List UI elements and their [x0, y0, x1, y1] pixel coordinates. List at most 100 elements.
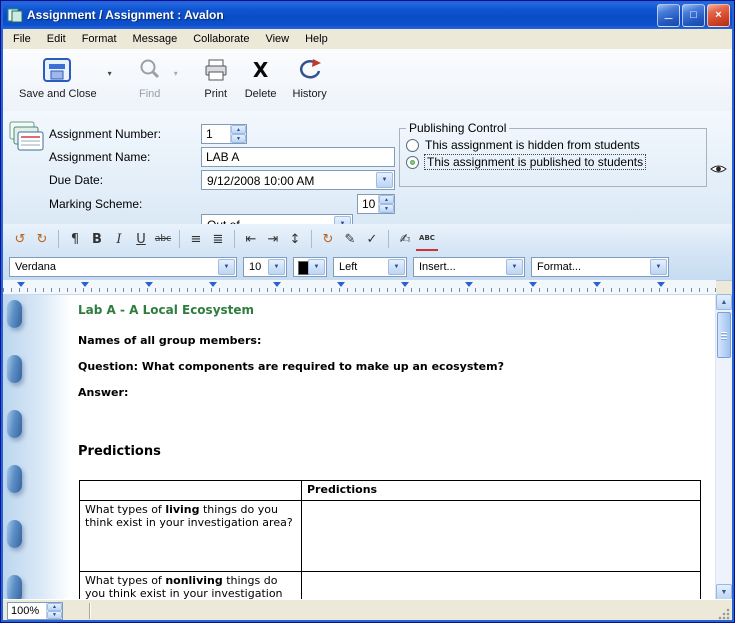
assignment-app-icon: [7, 7, 23, 23]
predictions-table: Predictions What types of living things …: [79, 480, 701, 600]
menu-edit[interactable]: Edit: [39, 30, 74, 48]
published-option-radio-row[interactable]: This assignment is published to students: [406, 155, 700, 169]
vertical-scrollbar[interactable]: ▲ ▼: [715, 294, 732, 600]
menu-file[interactable]: File: [5, 30, 39, 48]
scroll-down-icon[interactable]: ▼: [716, 584, 732, 600]
radio-selected-icon[interactable]: [406, 156, 419, 169]
document-editor[interactable]: Lab A - A Local Ecosystem Names of all g…: [3, 294, 732, 600]
marking-points-value: 10: [358, 195, 378, 213]
history-button[interactable]: History: [285, 49, 335, 102]
zoom-spin-buttons[interactable]: ▲▼: [46, 603, 62, 619]
answer-cell[interactable]: [302, 572, 701, 601]
strikethrough-icon[interactable]: abc: [152, 228, 174, 250]
ruler: [3, 280, 716, 295]
find-options-dropdown[interactable]: ▾: [171, 69, 181, 78]
assignment-number-spinner[interactable]: 1 ▲▼: [201, 124, 247, 144]
minimize-button[interactable]: ─: [657, 4, 680, 27]
chevron-down-icon[interactable]: ▼: [388, 259, 405, 275]
assignment-number-spin-buttons[interactable]: ▲▼: [230, 125, 246, 143]
chevron-down-icon[interactable]: ▼: [376, 172, 393, 188]
menu-collaborate[interactable]: Collaborate: [185, 30, 257, 48]
undo-icon[interactable]: ↺: [9, 228, 31, 250]
answer-cell[interactable]: [302, 501, 701, 572]
pencil-icon[interactable]: ✎: [339, 228, 361, 250]
hidden-option-radio-row[interactable]: This assignment is hidden from students: [406, 138, 700, 152]
format-combo[interactable]: Format... ▼: [531, 257, 669, 277]
check-icon[interactable]: ✓: [361, 228, 383, 250]
empty-header-cell[interactable]: [80, 481, 302, 501]
question-cell[interactable]: What types of nonliving things do you th…: [80, 572, 302, 601]
predictions-heading[interactable]: Predictions: [78, 444, 161, 459]
binder-strip: [3, 294, 71, 600]
menu-help[interactable]: Help: [297, 30, 336, 48]
predictions-header-cell[interactable]: Predictions: [302, 481, 701, 501]
radio-unselected-icon[interactable]: [406, 139, 419, 152]
print-button[interactable]: Print: [195, 49, 237, 102]
scroll-up-icon[interactable]: ▲: [716, 294, 732, 310]
indent-icon[interactable]: ⇥: [262, 228, 284, 250]
line-spacing-icon[interactable]: ↕: [284, 228, 306, 250]
chevron-down-icon[interactable]: ▼: [268, 259, 285, 275]
font-size-combo[interactable]: 10 ▼: [243, 257, 287, 277]
paragraph-icon[interactable]: ¶: [64, 228, 86, 250]
numbered-list-icon[interactable]: ≣: [207, 228, 229, 250]
font-color-combo[interactable]: ▼: [293, 257, 327, 277]
chevron-down-icon[interactable]: ▼: [650, 259, 667, 275]
spellcheck-icon[interactable]: ABC: [416, 227, 438, 251]
spin-up-icon[interactable]: ▲: [379, 195, 394, 204]
marking-points-spin-buttons[interactable]: ▲▼: [378, 195, 394, 213]
due-date-value: 9/12/2008 10:00 AM: [207, 174, 314, 188]
font-family-combo[interactable]: Verdana ▼: [9, 257, 237, 277]
bold-icon[interactable]: B: [86, 228, 108, 250]
resize-grip[interactable]: [718, 608, 730, 620]
tab-stop-marker: [209, 282, 217, 287]
chevron-down-icon[interactable]: ▼: [218, 259, 235, 275]
delete-label: Delete: [245, 88, 277, 100]
menu-message[interactable]: Message: [125, 30, 186, 48]
delete-button[interactable]: X Delete: [237, 49, 285, 102]
zoom-combo[interactable]: 100% ▲▼: [7, 602, 63, 620]
tab-stop-marker: [17, 282, 25, 287]
save-options-dropdown[interactable]: ▾: [105, 69, 115, 78]
question-line[interactable]: Question: What components are required t…: [78, 360, 504, 373]
question-cell[interactable]: What types of living things do you think…: [80, 501, 302, 572]
refresh-icon[interactable]: ↻: [317, 228, 339, 250]
signature-icon[interactable]: ✍: [394, 228, 416, 250]
spin-down-icon[interactable]: ▼: [47, 611, 62, 619]
close-button[interactable]: ×: [707, 4, 730, 27]
tab-stop-marker: [593, 282, 601, 287]
alignment-combo[interactable]: Left ▼: [333, 257, 407, 277]
save-and-close-button[interactable]: Save and Close: [11, 49, 105, 102]
marking-points-spinner[interactable]: 10 ▲▼: [357, 194, 395, 214]
answer-line[interactable]: Answer:: [78, 386, 128, 399]
binder-ring: [7, 520, 22, 548]
assignment-name-input[interactable]: [201, 147, 395, 167]
font-family-value: Verdana: [15, 261, 56, 273]
outdent-icon[interactable]: ⇤: [240, 228, 262, 250]
italic-icon[interactable]: I: [108, 228, 130, 250]
due-date-combo[interactable]: 9/12/2008 10:00 AM ▼: [201, 170, 395, 190]
title-bar: Assignment / Assignment : Avalon ─ □ ×: [1, 1, 734, 29]
menu-format[interactable]: Format: [74, 30, 125, 48]
toolbar-separator: [234, 230, 235, 248]
chevron-down-icon[interactable]: ▼: [308, 259, 325, 275]
table-header-row: Predictions: [80, 481, 701, 501]
underline-icon[interactable]: U: [130, 228, 152, 250]
app-icon[interactable]: [7, 7, 23, 23]
spin-up-icon[interactable]: ▲: [231, 125, 246, 134]
spin-down-icon[interactable]: ▼: [379, 204, 394, 213]
bullet-list-icon[interactable]: ≡: [185, 228, 207, 250]
spin-up-icon[interactable]: ▲: [47, 603, 62, 611]
maximize-button[interactable]: □: [682, 4, 705, 27]
chevron-down-icon[interactable]: ▼: [506, 259, 523, 275]
assignment-form-icon: [9, 121, 45, 156]
redo-icon[interactable]: ↻: [31, 228, 53, 250]
insert-combo[interactable]: Insert... ▼: [413, 257, 525, 277]
find-button[interactable]: Find: [129, 49, 171, 102]
scrollbar-thumb[interactable]: [717, 312, 731, 358]
members-line[interactable]: Names of all group members:: [78, 334, 261, 347]
menu-view[interactable]: View: [257, 30, 297, 48]
document-title[interactable]: Lab A - A Local Ecosystem: [78, 303, 254, 317]
spin-down-icon[interactable]: ▼: [231, 134, 246, 143]
toolbar-separator: [58, 230, 59, 248]
